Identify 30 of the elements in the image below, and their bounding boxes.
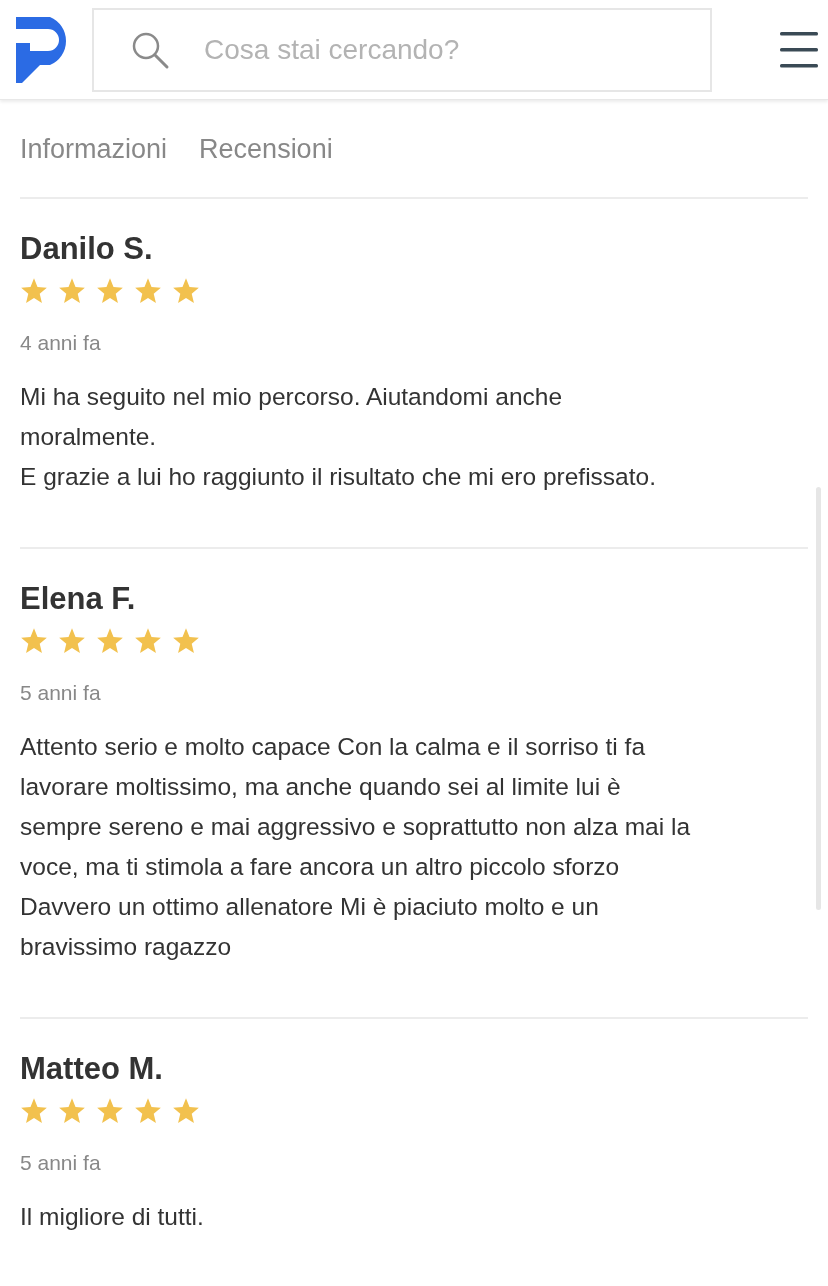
star-icon: [96, 277, 124, 305]
star-icon: [172, 1097, 200, 1125]
star-icon: [96, 1097, 124, 1125]
search-field[interactable]: Cosa stai cercando?: [92, 7, 712, 92]
tab[interactable]: Recensioni: [199, 134, 333, 165]
star-icon: [20, 627, 48, 655]
star-icon: [134, 627, 162, 655]
review-text: Il migliore di tutti.: [20, 1202, 205, 1232]
star-icon: [20, 1097, 48, 1125]
reviewer-name: Danilo S.: [20, 231, 154, 267]
star-icon: [134, 1097, 162, 1125]
review-text: Mi ha seguito nel mio percorso. Aiutandomi anche moralmente. E grazie a lui ho raggiunto il risultato che mi ero prefissato.: [20, 382, 657, 492]
reviewer-name: Matteo M.: [20, 1051, 164, 1087]
review-date: 5 anni fa: [20, 1151, 102, 1175]
menu-icon[interactable]: [780, 31, 818, 68]
reviewer-name: Elena F.: [20, 581, 137, 617]
review-text: Attento serio e molto capace Con la calma e il sorriso ti fa lavorare moltissimo, ma anche quando sei al limite lui è sempre sereno e mai aggressivo e soprattutto non alza mai la voce, ma ti stimola a fare ancora un altro piccolo sforzo Davvero un ottimo allenatore Mi è piaciuto molto e un bravissimo ragazzo: [20, 732, 692, 962]
star-icon: [172, 277, 200, 305]
star-icon: [58, 1097, 86, 1125]
star-icon: [96, 627, 124, 655]
search-input[interactable]: Cosa stai cercando?: [202, 32, 686, 67]
star-icon: [20, 277, 48, 305]
star-icon: [58, 277, 86, 305]
review-date: 5 anni fa: [20, 681, 102, 705]
star-icon: [172, 627, 200, 655]
star-icon: [58, 627, 86, 655]
review-date: 4 anni fa: [20, 331, 102, 355]
tab[interactable]: Informazioni: [20, 134, 168, 165]
scrollbar[interactable]: [816, 487, 821, 910]
star-icon: [134, 277, 162, 305]
